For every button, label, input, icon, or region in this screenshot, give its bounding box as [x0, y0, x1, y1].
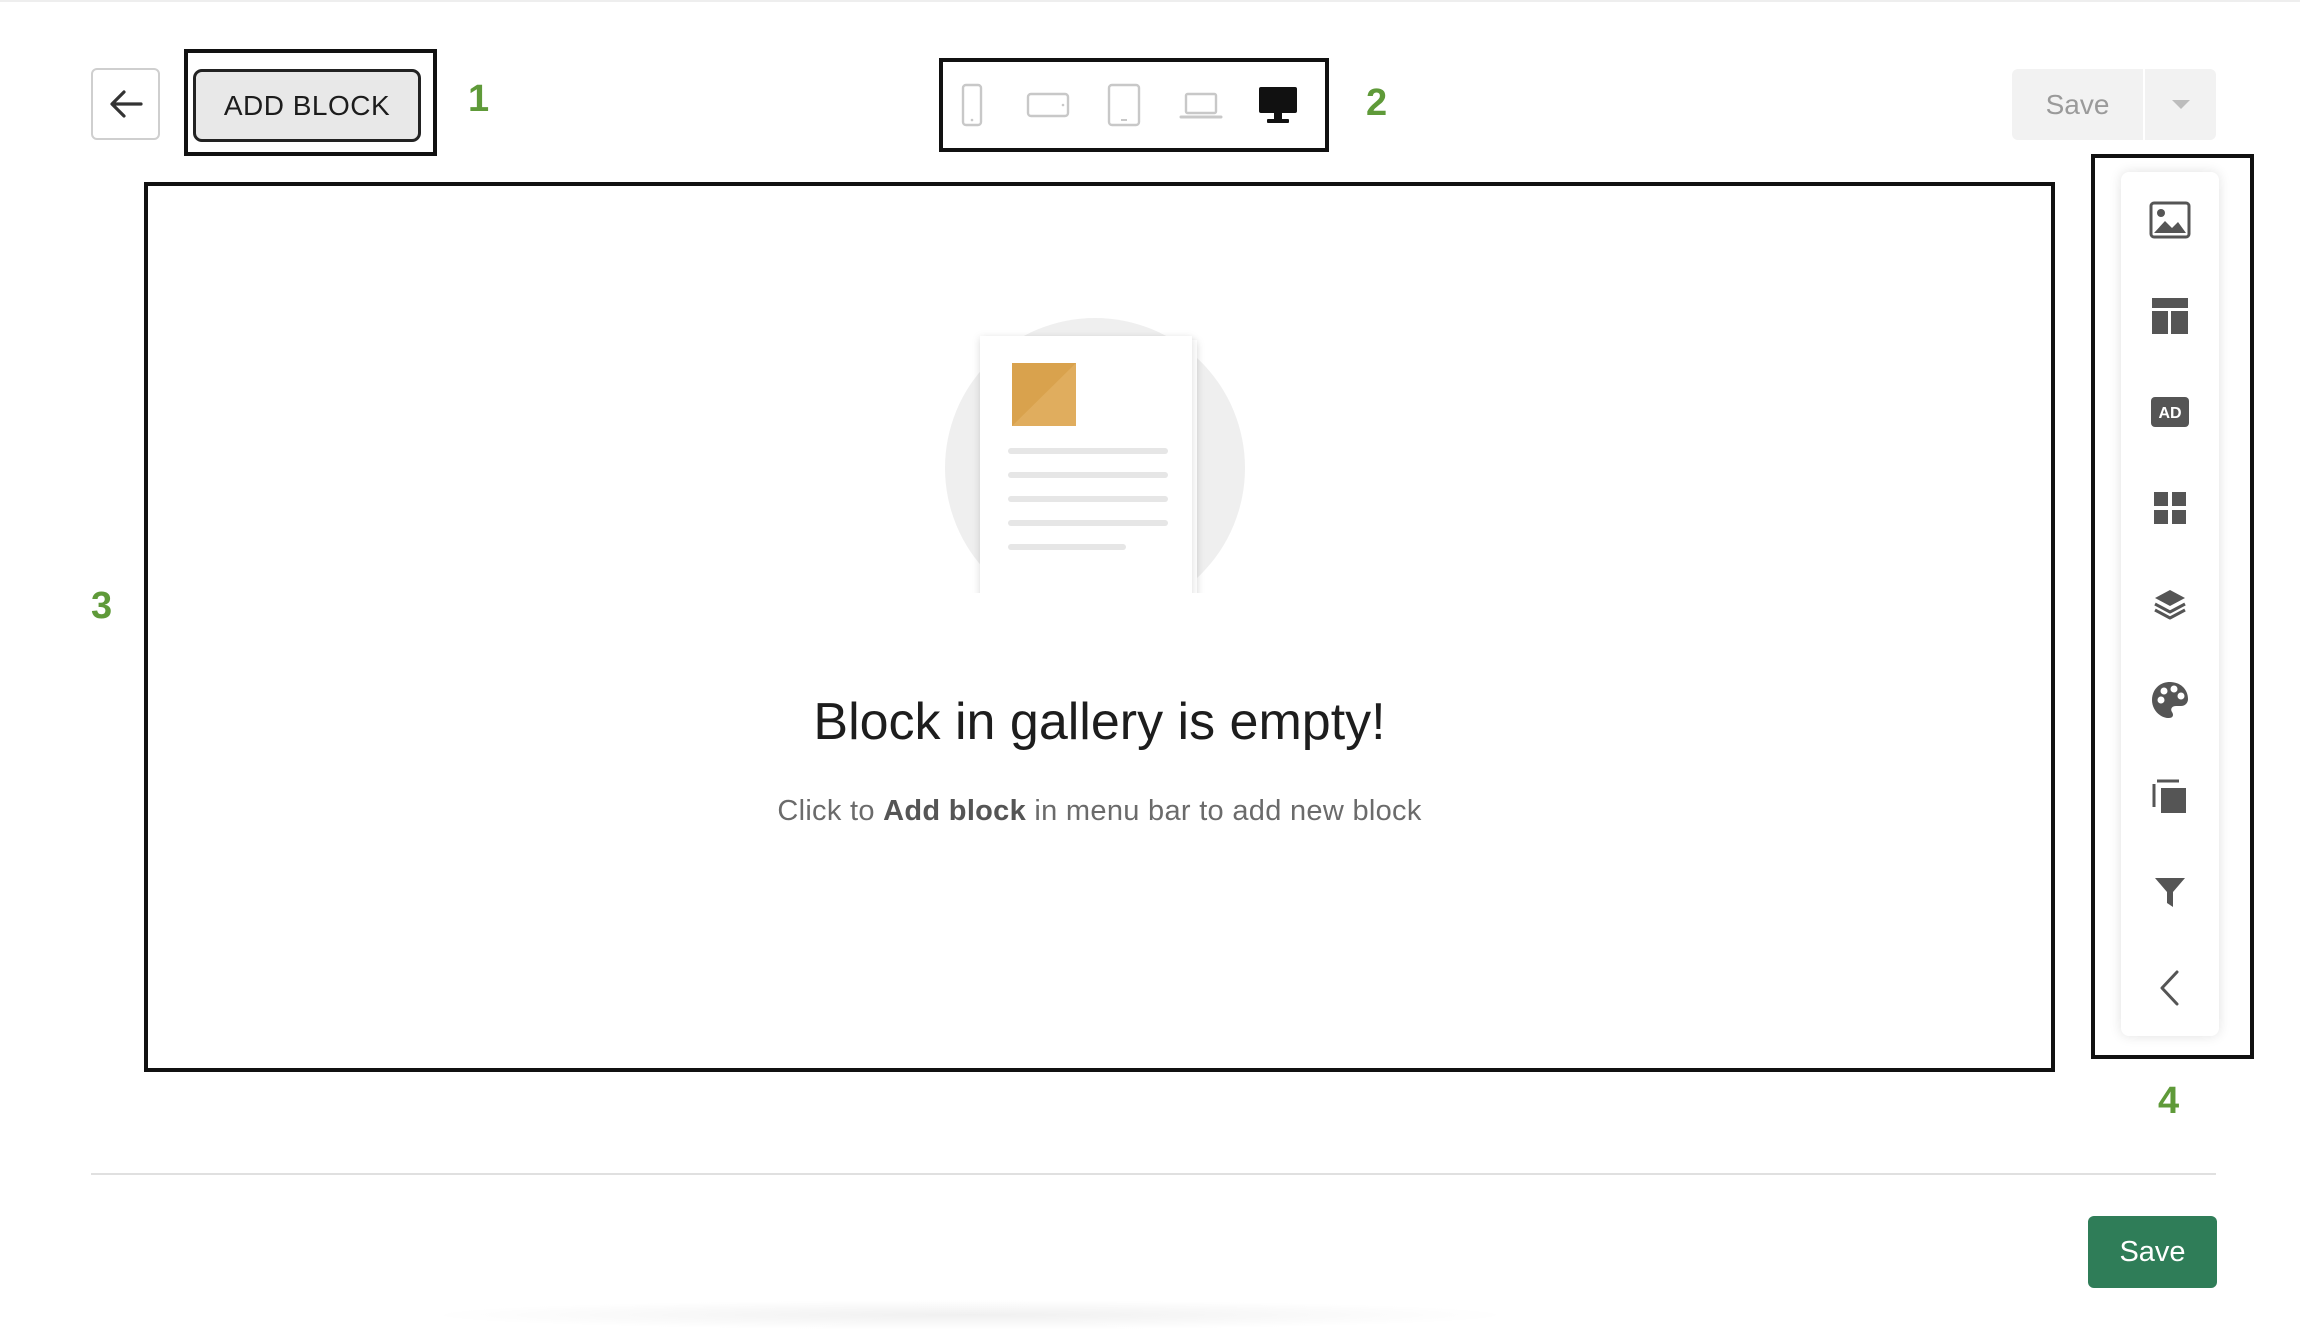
- top-edge-line: [0, 0, 2300, 2]
- bottom-shadow: [420, 1300, 1520, 1330]
- ad-icon-text: AD: [2158, 405, 2181, 422]
- callout-number-3: 3: [91, 585, 113, 627]
- callout-number-2: 2: [1366, 82, 1388, 124]
- device-mobile-landscape-button[interactable]: [1025, 82, 1071, 128]
- palette-icon: [2152, 682, 2188, 718]
- save-button-top[interactable]: Save: [2012, 69, 2143, 140]
- device-desktop-button[interactable]: [1255, 82, 1301, 128]
- image-icon: [2149, 201, 2191, 239]
- back-button[interactable]: [91, 68, 160, 140]
- empty-sub-suffix: in menu bar to add new block: [1026, 795, 1422, 827]
- toolbar-layers-button[interactable]: [2146, 580, 2194, 628]
- grid-icon: [2154, 492, 2186, 524]
- toolbar-filter-button[interactable]: [2146, 868, 2194, 916]
- ad-icon: AD: [2151, 397, 2189, 427]
- empty-sub-bold: Add block: [883, 795, 1027, 827]
- footer-divider: [91, 1173, 2216, 1175]
- toolbar-palette-button[interactable]: [2146, 676, 2194, 724]
- toolbar-copy-button[interactable]: [2146, 772, 2194, 820]
- callout-number-4: 4: [2158, 1080, 2180, 1122]
- filter-icon: [2155, 878, 2185, 907]
- layers-icon: [2154, 590, 2186, 620]
- empty-state-title: Block in gallery is empty!: [813, 693, 1386, 751]
- gallery-canvas: [144, 182, 2055, 1072]
- empty-state-subtitle: Click to Add block in menu bar to add ne…: [144, 795, 2055, 828]
- save-split-button: Save: [2012, 69, 2216, 140]
- layout-icon: [2152, 298, 2188, 334]
- laptop-icon: [1179, 92, 1223, 119]
- phone-landscape-icon: [1026, 92, 1070, 118]
- device-mobile-portrait-button[interactable]: [948, 82, 994, 128]
- save-button-bottom[interactable]: Save: [2088, 1216, 2217, 1288]
- desktop-icon: [1259, 87, 1297, 123]
- device-laptop-button[interactable]: [1178, 82, 1224, 128]
- chevron-left-icon: [2160, 970, 2179, 1006]
- save-menu-toggle[interactable]: [2145, 69, 2216, 140]
- toolbar-image-button[interactable]: [2146, 196, 2194, 244]
- toolbar-grid-button[interactable]: [2146, 484, 2194, 532]
- phone-portrait-icon: [961, 83, 983, 127]
- empty-sub-prefix: Click to: [777, 795, 884, 827]
- callout-number-1: 1: [468, 78, 490, 120]
- copy-icon: [2152, 779, 2186, 813]
- arrow-left-icon: [109, 90, 143, 118]
- empty-document-illustration: [945, 318, 1245, 593]
- caret-down-icon: [2171, 99, 2190, 109]
- toolbar-collapse-button[interactable]: [2146, 964, 2194, 1012]
- toolbar-layout-button[interactable]: [2146, 292, 2194, 340]
- tablet-icon: [1107, 83, 1141, 127]
- device-tablet-button[interactable]: [1101, 82, 1147, 128]
- toolbar-ad-button[interactable]: AD: [2146, 388, 2194, 436]
- add-block-button[interactable]: ADD BLOCK: [193, 69, 421, 142]
